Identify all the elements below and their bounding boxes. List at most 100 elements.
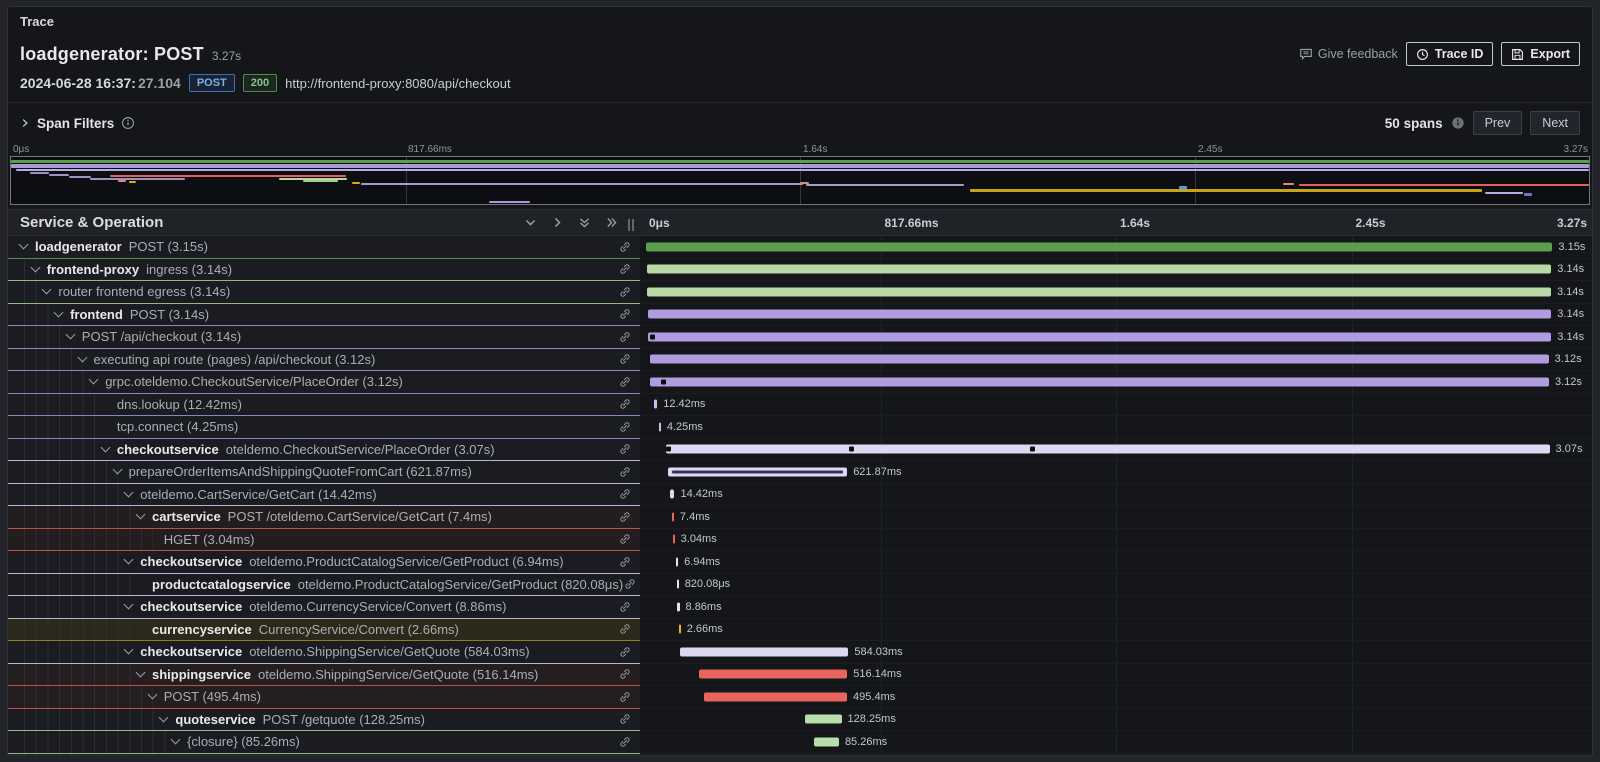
- span-link-icon[interactable]: [618, 397, 632, 411]
- span-name-cell[interactable]: frontendPOST (3.14s): [8, 304, 640, 327]
- span-link-icon[interactable]: [618, 555, 632, 569]
- span-link-icon[interactable]: [618, 487, 632, 501]
- span-link-icon[interactable]: [618, 735, 632, 749]
- span-bar[interactable]: [647, 287, 1551, 296]
- span-link-icon[interactable]: [618, 375, 632, 389]
- span-link-icon[interactable]: [618, 262, 632, 276]
- span-timeline-cell[interactable]: 621.87ms: [640, 461, 1592, 484]
- span-link-icon[interactable]: [618, 307, 632, 321]
- span-bar[interactable]: [659, 422, 661, 431]
- span-bar[interactable]: [650, 377, 1549, 386]
- span-name-cell[interactable]: POST (495.4ms): [8, 686, 640, 709]
- span-link-icon[interactable]: [618, 690, 632, 704]
- span-name-cell[interactable]: checkoutserviceoteldemo.ProductCatalogSe…: [8, 551, 640, 574]
- info-icon[interactable]: [1451, 116, 1465, 130]
- span-timeline-cell[interactable]: 584.03ms: [640, 641, 1592, 664]
- span-link-icon[interactable]: [618, 712, 632, 726]
- span-name-cell[interactable]: HGET (3.04ms): [8, 529, 640, 552]
- span-name-cell[interactable]: checkoutserviceoteldemo.CurrencyService/…: [8, 596, 640, 619]
- span-timeline-cell[interactable]: 128.25ms: [640, 709, 1592, 732]
- span-bar[interactable]: [680, 647, 848, 656]
- span-timeline-cell[interactable]: 6.94ms: [640, 551, 1592, 574]
- span-timeline-cell[interactable]: 16.33ms: [640, 754, 1592, 757]
- span-timeline-cell[interactable]: 3.15s: [640, 236, 1592, 259]
- next-button[interactable]: Next: [1530, 111, 1580, 135]
- span-link-icon[interactable]: [618, 240, 632, 254]
- span-bar[interactable]: [704, 692, 847, 701]
- span-name-cell[interactable]: calculate-quote (16.33ms): [8, 754, 640, 757]
- span-name-cell[interactable]: quoteservicePOST /getquote (128.25ms): [8, 709, 640, 732]
- span-name-cell[interactable]: frontend-proxyingress (3.14s): [8, 259, 640, 282]
- span-link-icon[interactable]: [618, 285, 632, 299]
- export-button[interactable]: Export: [1501, 42, 1580, 66]
- span-timeline-cell[interactable]: 495.4ms: [640, 686, 1592, 709]
- trace-id-button[interactable]: Trace ID: [1406, 42, 1494, 66]
- span-link-icon[interactable]: [618, 330, 632, 344]
- minimap-viewport[interactable]: [10, 156, 1590, 205]
- span-link-icon[interactable]: [618, 510, 632, 524]
- span-bar[interactable]: [679, 625, 681, 634]
- span-bar[interactable]: [648, 332, 1551, 341]
- span-timeline-cell[interactable]: 3.12s: [640, 349, 1592, 372]
- span-timeline-cell[interactable]: 7.4ms: [640, 506, 1592, 529]
- prev-button[interactable]: Prev: [1473, 111, 1523, 135]
- span-bar[interactable]: [670, 490, 674, 499]
- span-name-cell[interactable]: currencyserviceCurrencyService/Convert (…: [8, 619, 640, 642]
- span-link-icon[interactable]: [618, 600, 632, 614]
- span-bar[interactable]: [647, 265, 1552, 274]
- span-name-cell[interactable]: grpc.oteldemo.CheckoutService/PlaceOrder…: [8, 371, 640, 394]
- span-filters-toggle[interactable]: Span Filters: [20, 116, 135, 131]
- span-timeline-cell[interactable]: 516.14ms: [640, 664, 1592, 687]
- span-timeline-cell[interactable]: 3.04ms: [640, 529, 1592, 552]
- span-bar[interactable]: [646, 242, 1553, 251]
- span-name-cell[interactable]: router frontend egress (3.14s): [8, 281, 640, 304]
- span-name-cell[interactable]: tcp.connect (4.25ms): [8, 416, 640, 439]
- span-link-icon[interactable]: [618, 667, 632, 681]
- span-name-cell[interactable]: executing api route (pages) /api/checkou…: [8, 349, 640, 372]
- span-name-cell[interactable]: checkoutserviceoteldemo.ShippingService/…: [8, 641, 640, 664]
- span-bar[interactable]: [654, 400, 658, 409]
- span-name-cell[interactable]: POST /api/checkout (3.14s): [8, 326, 640, 349]
- span-bar[interactable]: [699, 670, 848, 679]
- span-name-cell[interactable]: productcatalogserviceoteldemo.ProductCat…: [8, 574, 640, 597]
- span-bar[interactable]: [673, 535, 675, 544]
- span-link-icon[interactable]: [618, 420, 632, 434]
- collapse-one-icon[interactable]: [524, 216, 537, 229]
- span-timeline-cell[interactable]: 2.66ms: [640, 619, 1592, 642]
- span-timeline-cell[interactable]: 820.08μs: [640, 574, 1592, 597]
- span-name-cell[interactable]: cartservicePOST /oteldemo.CartService/Ge…: [8, 506, 640, 529]
- span-link-icon[interactable]: [618, 352, 632, 366]
- span-link-icon[interactable]: [618, 442, 632, 456]
- column-resize-handle[interactable]: [628, 219, 634, 231]
- span-bar[interactable]: [676, 557, 678, 566]
- span-link-icon[interactable]: [618, 622, 632, 636]
- span-timeline-cell[interactable]: 14.42ms: [640, 484, 1592, 507]
- span-name-cell[interactable]: {closure} (85.26ms): [8, 731, 640, 754]
- span-timeline-cell[interactable]: 3.14s: [640, 326, 1592, 349]
- span-name-cell[interactable]: dns.lookup (12.42ms): [8, 394, 640, 417]
- span-bar[interactable]: [668, 467, 847, 476]
- span-link-icon[interactable]: [623, 577, 637, 591]
- span-timeline-cell[interactable]: 85.26ms: [640, 731, 1592, 754]
- chevron-down-icon[interactable]: [19, 240, 29, 250]
- info-icon[interactable]: [121, 116, 135, 130]
- span-name-cell[interactable]: loadgeneratorPOST (3.15s): [8, 236, 640, 259]
- span-bar[interactable]: [650, 355, 1549, 364]
- span-timeline-cell[interactable]: 3.07s: [640, 439, 1592, 462]
- span-name-cell[interactable]: oteldemo.CartService/GetCart (14.42ms): [8, 484, 640, 507]
- span-bar[interactable]: [672, 512, 674, 521]
- span-timeline-cell[interactable]: 8.86ms: [640, 596, 1592, 619]
- span-bar[interactable]: [814, 737, 839, 746]
- span-timeline-cell[interactable]: 3.14s: [640, 259, 1592, 282]
- span-bar[interactable]: [805, 715, 842, 724]
- collapse-all-icon[interactable]: [578, 216, 591, 229]
- span-timeline-cell[interactable]: 3.14s: [640, 304, 1592, 327]
- span-link-icon[interactable]: [618, 532, 632, 546]
- span-bar[interactable]: [666, 445, 1550, 454]
- expand-all-icon[interactable]: [605, 216, 618, 229]
- span-name-cell[interactable]: prepareOrderItemsAndShippingQuoteFromCar…: [8, 461, 640, 484]
- span-bar[interactable]: [677, 602, 680, 611]
- expand-one-icon[interactable]: [551, 216, 564, 229]
- span-link-icon[interactable]: [618, 465, 632, 479]
- span-timeline-cell[interactable]: 12.42ms: [640, 394, 1592, 417]
